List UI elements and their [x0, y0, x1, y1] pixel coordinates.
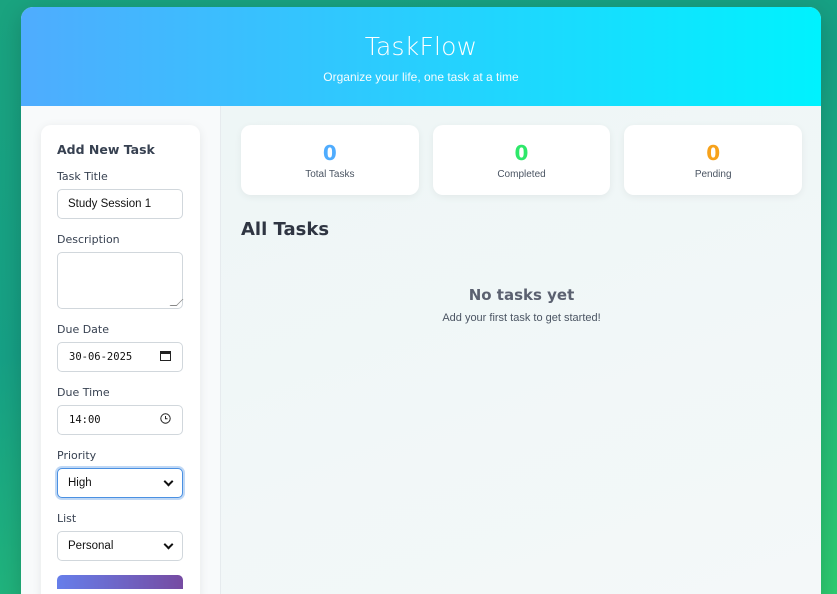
app-header: TaskFlow Organize your life, one task at… [21, 7, 821, 106]
stat-pending-value: 0 [706, 141, 721, 165]
stat-completed-label: Completed [497, 169, 546, 180]
app-title: TaskFlow [364, 32, 478, 61]
list-label: List [57, 512, 77, 525]
empty-state: No tasks yet Add your first task to get … [241, 286, 802, 324]
stat-pending-label: Pending [694, 169, 732, 180]
task-title-input[interactable]: Study Session 1 [57, 189, 183, 219]
stat-total-label: Total Tasks [305, 169, 355, 180]
empty-state-title: No tasks yet [468, 286, 575, 304]
priority-label: Priority [57, 449, 97, 462]
clock-icon[interactable] [160, 413, 171, 427]
form-heading: Add New Task [57, 142, 155, 157]
chevron-down-icon [163, 476, 174, 486]
tasks-heading: All Tasks [241, 219, 330, 240]
due-date-value: 30-06-2025 [69, 351, 133, 363]
due-time-input[interactable]: 14:00 [57, 405, 183, 435]
due-date-input[interactable]: 30-06-2025 [57, 342, 183, 372]
app-body: Add New Task Task Title Study Session 1 … [21, 106, 821, 594]
stats-row: 0 Total Tasks 0 Completed 0 Pending [241, 125, 803, 195]
app-window: TaskFlow Organize your life, one task at… [21, 7, 821, 594]
app-subtitle: Organize your life, one task at a time [323, 70, 519, 84]
add-task-button[interactable] [57, 575, 183, 589]
due-time-label: Due Time [57, 386, 110, 399]
description-textarea[interactable] [57, 252, 183, 309]
main-content: 0 Total Tasks 0 Completed 0 Pending All … [221, 106, 821, 594]
empty-state-message: Add your first task to get started! [442, 312, 601, 324]
task-title-label: Task Title [57, 170, 108, 183]
list-value: Personal [68, 540, 114, 552]
list-select[interactable]: Personal [57, 531, 183, 561]
add-task-form: Add New Task Task Title Study Session 1 … [41, 125, 200, 594]
due-time-value: 14:00 [69, 414, 101, 426]
task-title-value: Study Session 1 [68, 198, 152, 210]
description-label: Description [57, 233, 120, 246]
sidebar: Add New Task Task Title Study Session 1 … [21, 106, 221, 594]
chevron-down-icon [163, 539, 174, 549]
stat-completed-value: 0 [514, 141, 529, 165]
calendar-icon[interactable] [160, 350, 171, 364]
priority-select[interactable]: High [57, 468, 183, 498]
priority-value: High [68, 477, 92, 489]
due-date-label: Due Date [57, 323, 109, 336]
stat-card-total: 0 Total Tasks [241, 125, 419, 195]
stat-card-completed: 0 Completed [432, 125, 611, 195]
stat-card-pending: 0 Pending [624, 125, 803, 195]
stat-total-value: 0 [322, 141, 337, 165]
